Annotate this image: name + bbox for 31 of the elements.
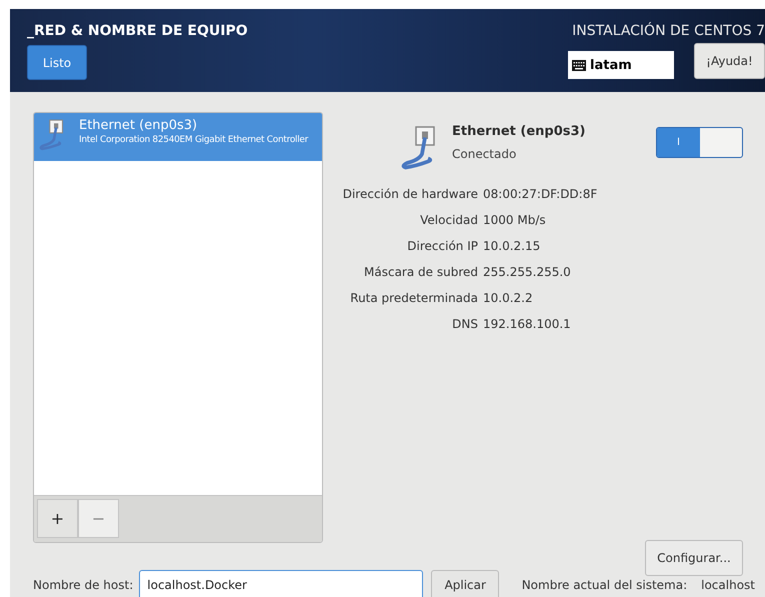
- connection-switch[interactable]: I: [656, 127, 743, 158]
- detail-label: Dirección de hardware: [342, 187, 478, 201]
- apply-button[interactable]: Aplicar: [431, 570, 500, 597]
- keyboard-icon: [572, 60, 586, 70]
- detail-value: 192.168.100.1: [483, 317, 572, 331]
- current-hostname-value: localhost: [701, 578, 755, 592]
- current-hostname-label: Nombre actual del sistema:: [522, 578, 688, 592]
- detail-label: Máscara de subred: [363, 265, 478, 279]
- product-title: INSTALACIÓN DE CENTOS 7: [572, 23, 765, 39]
- hostname-label: Nombre de host:: [33, 578, 134, 592]
- configure-button[interactable]: Configurar...: [645, 540, 743, 576]
- help-button[interactable]: ¡Ayuda!: [694, 43, 765, 79]
- screen-title: _RED & NOMBRE DE EQUIPO: [27, 23, 248, 39]
- done-button[interactable]: Listo: [27, 45, 87, 80]
- detail-label: DNS: [451, 317, 478, 331]
- device-description: Intel Corporation 82540EM Gigabit Ethernet Controller: [79, 135, 308, 145]
- device-title: Ethernet (enp0s3): [452, 124, 586, 139]
- detail-label: Velocidad: [419, 213, 478, 227]
- connection-status: Conectado: [452, 147, 518, 161]
- detail-value: 08:00:27:DF:DD:8F: [483, 187, 598, 201]
- add-button[interactable]: +: [37, 499, 78, 538]
- detail-label: Ruta predeterminada: [349, 291, 478, 305]
- detail-label: Dirección IP: [406, 239, 478, 253]
- keyboard-layout-field[interactable]: latam: [568, 51, 674, 79]
- device-name: Ethernet (enp0s3): [79, 118, 198, 133]
- detail-value: 1000 Mb/s: [483, 213, 547, 227]
- detail-value: 10.0.2.2: [483, 291, 534, 305]
- detail-value: 10.0.2.15: [483, 239, 542, 253]
- keyboard-layout-label: latam: [590, 58, 632, 72]
- detail-value: 255.255.255.0: [483, 265, 572, 279]
- hostname-field[interactable]: localhost.Docker: [139, 570, 424, 597]
